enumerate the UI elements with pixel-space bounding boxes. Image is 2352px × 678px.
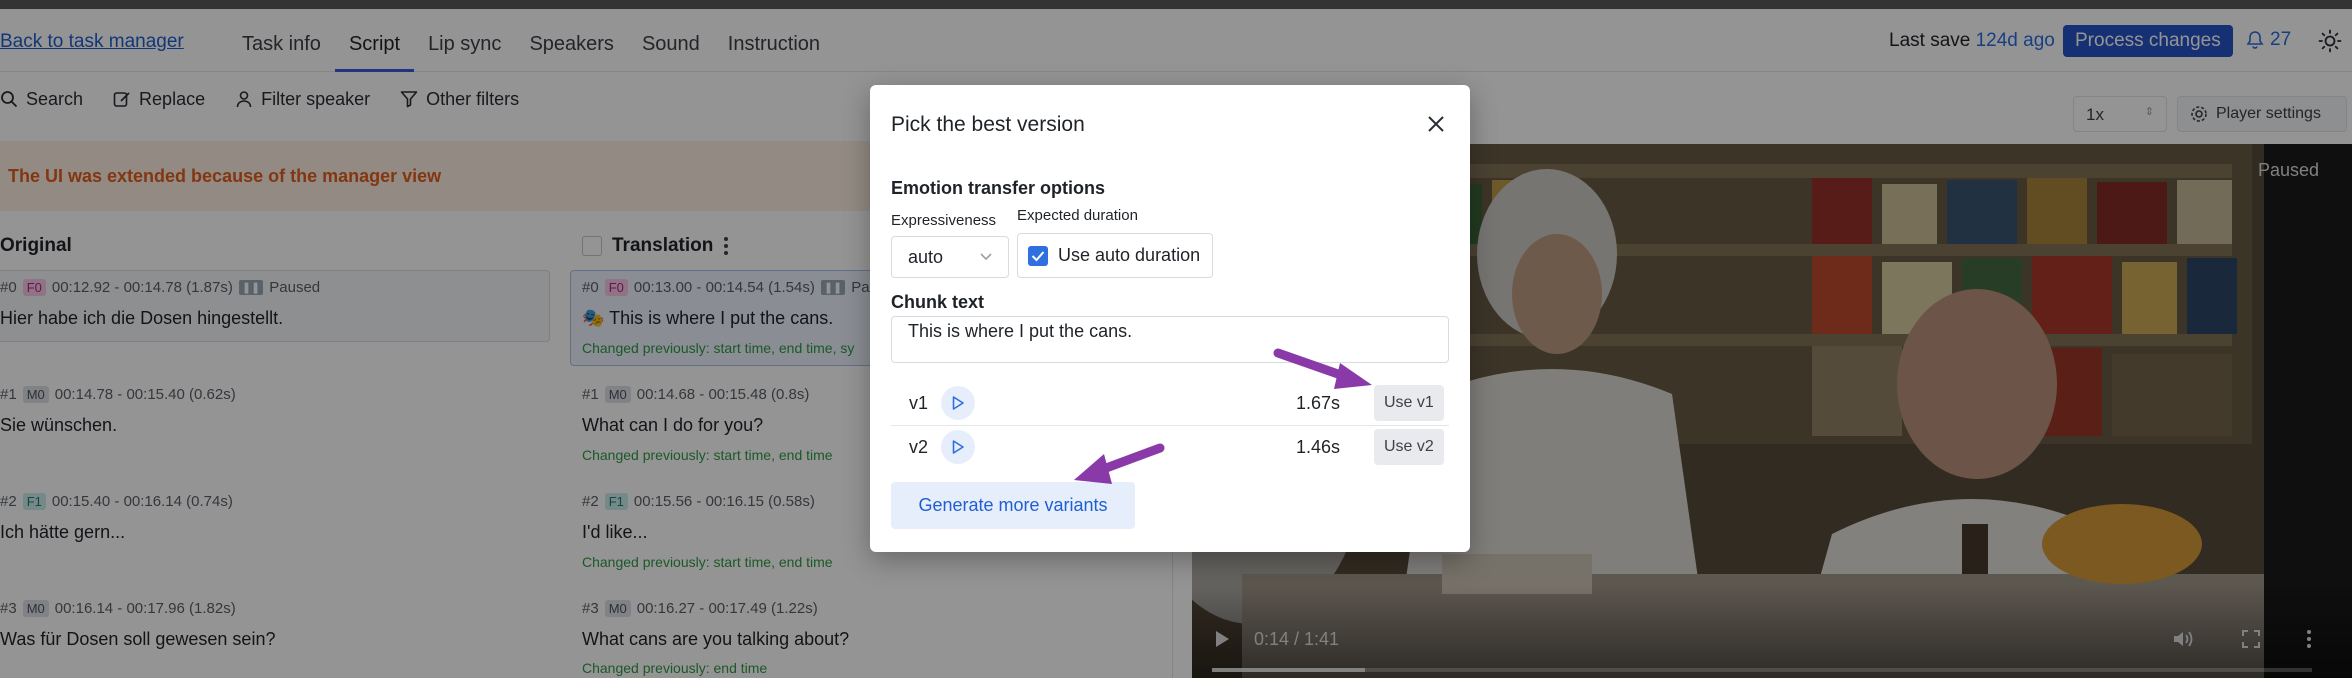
expressiveness-label: Expressiveness: [891, 212, 997, 229]
use-auto-duration-checkbox[interactable]: [1028, 245, 1048, 266]
emotion-transfer-heading: Emotion transfer options: [891, 178, 1106, 198]
variant-duration: 1.46s: [1296, 437, 1341, 457]
variant-play-button[interactable]: [941, 386, 975, 420]
play-icon: [952, 396, 964, 410]
use-v2-button[interactable]: Use v2: [1374, 429, 1444, 465]
dialog-title: Pick the best version: [891, 113, 1085, 136]
variant-play-button[interactable]: [941, 430, 975, 464]
chunk-text-label: Chunk text: [891, 292, 985, 312]
annotation-arrow-icon: [1273, 348, 1372, 389]
use-auto-duration-toggle[interactable]: Use auto duration: [1017, 233, 1213, 278]
variant-duration: 1.67s: [1296, 393, 1341, 413]
variant-name: v2: [909, 437, 929, 457]
expressiveness-value: auto: [908, 246, 944, 267]
variant-row: v2 1.46s Use v2: [891, 426, 1449, 468]
use-auto-duration-label: Use auto duration: [1058, 245, 1201, 265]
expected-duration-label: Expected duration: [1017, 207, 1138, 224]
chevron-down-icon: [980, 253, 992, 261]
play-icon: [952, 440, 964, 454]
expressiveness-select[interactable]: auto: [891, 236, 1009, 278]
annotation-arrow-icon: [1074, 443, 1165, 484]
checkmark-icon: [1031, 250, 1045, 261]
use-v1-button[interactable]: Use v1: [1374, 385, 1444, 421]
variant-name: v1: [909, 393, 929, 413]
close-icon[interactable]: [1424, 112, 1448, 136]
